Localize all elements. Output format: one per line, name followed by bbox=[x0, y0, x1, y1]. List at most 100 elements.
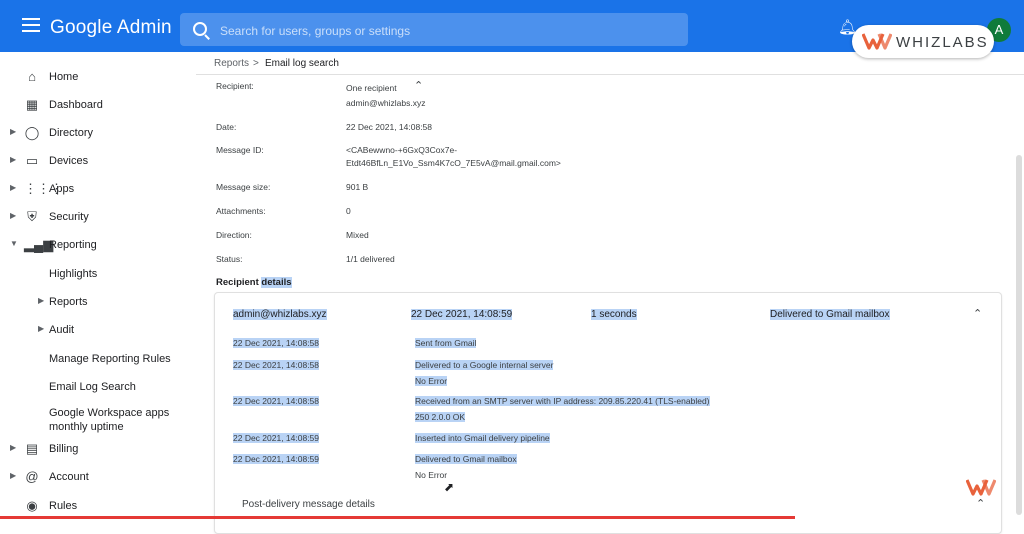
sidebar-item-label: Billing bbox=[49, 443, 79, 455]
sidebar-item-directory[interactable]: ▶ ◯ Directory bbox=[0, 120, 196, 148]
sidebar-item-email-log-search[interactable]: Email Log Search bbox=[0, 374, 196, 402]
event-detail: No Error bbox=[415, 376, 448, 386]
direction-value: Mixed bbox=[346, 230, 369, 240]
sidebar-item-workspace-uptime[interactable]: Google Workspace apps monthly uptime bbox=[0, 405, 196, 435]
sidebar-item-manage-reporting-rules[interactable]: Manage Reporting Rules bbox=[0, 346, 196, 374]
breadcrumb-reports-link[interactable]: Reports bbox=[214, 58, 249, 69]
date-value: 22 Dec 2021, 14:08:58 bbox=[346, 122, 433, 132]
recipient-status-cell: Delivered to Gmail mailbox bbox=[770, 309, 890, 320]
event-text: Inserted into Gmail delivery pipeline bbox=[415, 433, 550, 443]
title-part-2: details bbox=[261, 277, 292, 288]
recipient-value: One recipient bbox=[346, 83, 397, 93]
sidebar-item-label: Devices bbox=[49, 155, 89, 167]
sidebar-item-label: Reporting bbox=[49, 239, 97, 251]
vertical-scrollbar[interactable] bbox=[1016, 155, 1022, 515]
home-icon: ⌂ bbox=[28, 69, 36, 84]
recipient-address-cell: admin@whizlabs.xyz bbox=[233, 309, 327, 320]
event-text: Sent from Gmail bbox=[415, 338, 477, 348]
sidebar-item-label: Highlights bbox=[49, 268, 98, 280]
recipient-time-cell: 22 Dec 2021, 14:08:59 bbox=[411, 309, 513, 320]
sidebar-item-label: Email Log Search bbox=[49, 381, 136, 393]
sidebar-item-billing[interactable]: ▶ ▤ Billing bbox=[0, 436, 196, 464]
whizlabs-logo-icon bbox=[862, 33, 892, 50]
sidebar-item-highlights[interactable]: Highlights bbox=[0, 261, 196, 289]
apps-grid-icon: ⋮⋮⋮ bbox=[24, 181, 63, 196]
collapse-arrow-icon[interactable]: ▼ bbox=[10, 239, 18, 248]
title-part-1: Recipient bbox=[216, 277, 262, 288]
shield-icon: ⛨ bbox=[27, 209, 37, 224]
sidebar-item-label: Directory bbox=[49, 127, 94, 139]
recipient-details-title: Recipient details bbox=[216, 277, 292, 288]
event-detail: No Error bbox=[415, 470, 448, 480]
recipient-detail-card: admin@whizlabs.xyz 22 Dec 2021, 14:08:59… bbox=[214, 292, 1002, 534]
size-value: 901 B bbox=[346, 182, 369, 192]
event-time: 22 Dec 2021, 14:08:59 bbox=[233, 454, 320, 464]
sidebar-item-label: Home bbox=[49, 71, 79, 83]
sidebar-item-label: Rules bbox=[49, 500, 78, 512]
direction-label: Direction: bbox=[216, 230, 252, 240]
sidebar-item-security[interactable]: ▶ ⛨ Security bbox=[0, 204, 196, 232]
recipient-address: admin@whizlabs.xyz bbox=[346, 98, 426, 108]
whizlabs-corner-logo-icon bbox=[966, 479, 996, 496]
sidebar-item-label: Dashboard bbox=[49, 99, 103, 111]
sidebar-item-label: Reports bbox=[49, 296, 88, 308]
menu-icon[interactable] bbox=[22, 18, 40, 32]
expand-arrow-icon[interactable]: ▶ bbox=[10, 443, 16, 452]
status-label: Status: bbox=[216, 254, 243, 264]
event-detail: 250 2.0.0 OK bbox=[415, 412, 466, 422]
sidebar-item-audit[interactable]: ▶ Audit bbox=[0, 317, 196, 345]
expand-arrow-icon[interactable]: ▶ bbox=[38, 296, 44, 305]
event-time: 22 Dec 2021, 14:08:58 bbox=[233, 338, 320, 348]
chevron-up-icon[interactable]: ⌃ bbox=[414, 79, 423, 92]
sidebar-item-devices[interactable]: ▶ ▭ Devices bbox=[0, 148, 196, 176]
billing-icon: ▤ bbox=[25, 441, 39, 456]
expand-arrow-icon[interactable]: ▶ bbox=[38, 324, 44, 333]
dashboard-icon: ▦ bbox=[25, 97, 39, 112]
sidebar-item-dashboard[interactable]: ▦ Dashboard bbox=[0, 92, 196, 120]
bar-chart-icon: ▂▄▆ bbox=[24, 237, 54, 252]
sidebar-item-reporting[interactable]: ▼ ▂▄▆ Reporting bbox=[0, 232, 196, 260]
expand-arrow-icon[interactable]: ▶ bbox=[10, 155, 16, 164]
rules-icon: ◉ bbox=[26, 498, 38, 513]
sidebar-item-label: Google Workspace apps monthly uptime bbox=[49, 406, 169, 434]
expand-arrow-icon[interactable]: ▶ bbox=[10, 211, 16, 220]
attachments-label: Attachments: bbox=[216, 206, 266, 216]
sidebar-item-label: Audit bbox=[49, 324, 75, 336]
search-box[interactable] bbox=[180, 13, 688, 48]
sidebar: ⌂ Home ▦ Dashboard ▶ ◯ Directory ▶ ▭ Dev… bbox=[0, 52, 196, 519]
at-icon: @ bbox=[25, 469, 39, 484]
expand-arrow-icon[interactable]: ▶ bbox=[10, 183, 16, 192]
search-icon[interactable] bbox=[193, 22, 207, 36]
sidebar-item-home[interactable]: ⌂ Home bbox=[0, 64, 196, 92]
sidebar-item-reports[interactable]: ▶ Reports bbox=[0, 289, 196, 317]
sidebar-item-apps[interactable]: ▶ ⋮⋮⋮ Apps bbox=[0, 176, 196, 204]
date-label: Date: bbox=[216, 122, 237, 132]
post-delivery-section[interactable]: Post-delivery message details bbox=[242, 499, 375, 510]
event-text: Received from an SMTP server with IP add… bbox=[415, 396, 710, 406]
message-id-label: Message ID: bbox=[216, 145, 264, 155]
expand-arrow-icon[interactable]: ▶ bbox=[10, 127, 16, 136]
whizlabs-watermark: WHIZLABS bbox=[852, 25, 994, 58]
event-time: 22 Dec 2021, 14:08:58 bbox=[233, 396, 320, 406]
sidebar-item-label: Apps bbox=[49, 183, 75, 195]
message-id-line-1: <CABewwno-+6GxQ3Cox7e- bbox=[346, 145, 458, 155]
app-title[interactable]: Google Admin bbox=[50, 17, 172, 39]
expand-arrow-icon[interactable]: ▶ bbox=[10, 471, 16, 480]
sidebar-item-account[interactable]: ▶ @ Account bbox=[0, 464, 196, 492]
chevron-up-icon[interactable]: ⌃ bbox=[973, 307, 982, 320]
recipient-duration-cell: 1 seconds bbox=[591, 309, 637, 320]
message-id-line-2: Etdt46BfLn_E1Vo_Ssm4K7cO_7E5vA@mail.gmai… bbox=[346, 158, 561, 168]
status-value: 1/1 delivered bbox=[346, 254, 395, 264]
event-time: 22 Dec 2021, 14:08:58 bbox=[233, 360, 320, 370]
search-input[interactable] bbox=[218, 13, 682, 48]
breadcrumb-separator: > bbox=[253, 58, 259, 69]
sidebar-item-label: Account bbox=[49, 471, 89, 483]
chevron-up-icon[interactable]: ⌃ bbox=[976, 497, 985, 510]
watermark-text: WHIZLABS bbox=[896, 34, 989, 51]
breadcrumb-current: Email log search bbox=[265, 58, 339, 69]
main-content: Reports > Email log search Recipient: On… bbox=[196, 52, 1024, 534]
mouse-cursor-icon: ⬈ bbox=[444, 480, 455, 494]
size-label: Message size: bbox=[216, 182, 271, 192]
label-line-1: Google Workspace apps bbox=[49, 407, 170, 419]
devices-icon: ▭ bbox=[25, 153, 39, 168]
